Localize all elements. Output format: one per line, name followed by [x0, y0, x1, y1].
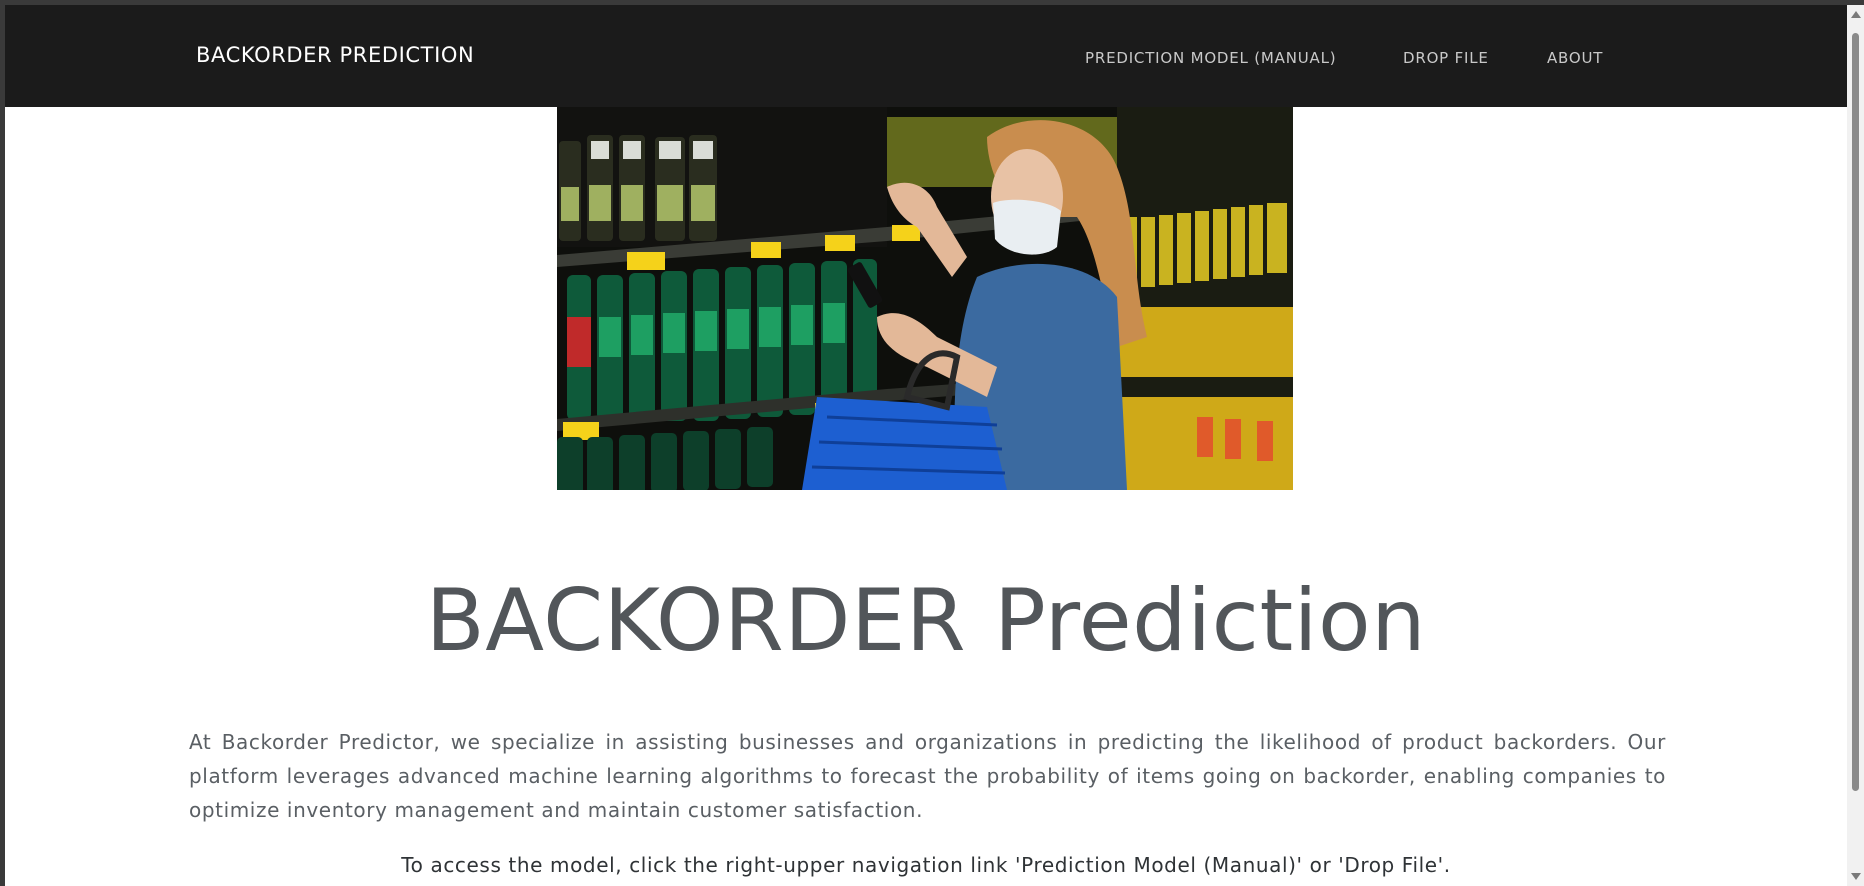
nav-link-about[interactable]: ABOUT: [1547, 49, 1603, 67]
scroll-up-icon[interactable]: [1851, 11, 1861, 18]
description-paragraph: At Backorder Predictor, we specialize in…: [189, 730, 1666, 822]
scroll-down-icon[interactable]: [1851, 873, 1861, 880]
browser-frame: BACKORDER PREDICTION PREDICTION MODEL (M…: [0, 0, 1864, 886]
scroll-thumb[interactable]: [1852, 33, 1859, 791]
nav-link-prediction-model[interactable]: PREDICTION MODEL (MANUAL): [1085, 49, 1336, 67]
page-viewport: BACKORDER PREDICTION PREDICTION MODEL (M…: [5, 5, 1847, 886]
access-instructions: To access the model, click the right-upp…: [401, 853, 1451, 877]
page-title: BACKORDER Prediction: [425, 571, 1427, 671]
vertical-scrollbar[interactable]: [1847, 5, 1864, 886]
brand-link[interactable]: BACKORDER PREDICTION: [196, 43, 474, 67]
hero-image: [557, 107, 1293, 490]
top-navbar: BACKORDER PREDICTION PREDICTION MODEL (M…: [5, 5, 1847, 107]
nav-link-drop-file[interactable]: DROP FILE: [1403, 49, 1489, 67]
supermarket-shopper-image: [557, 107, 1293, 490]
